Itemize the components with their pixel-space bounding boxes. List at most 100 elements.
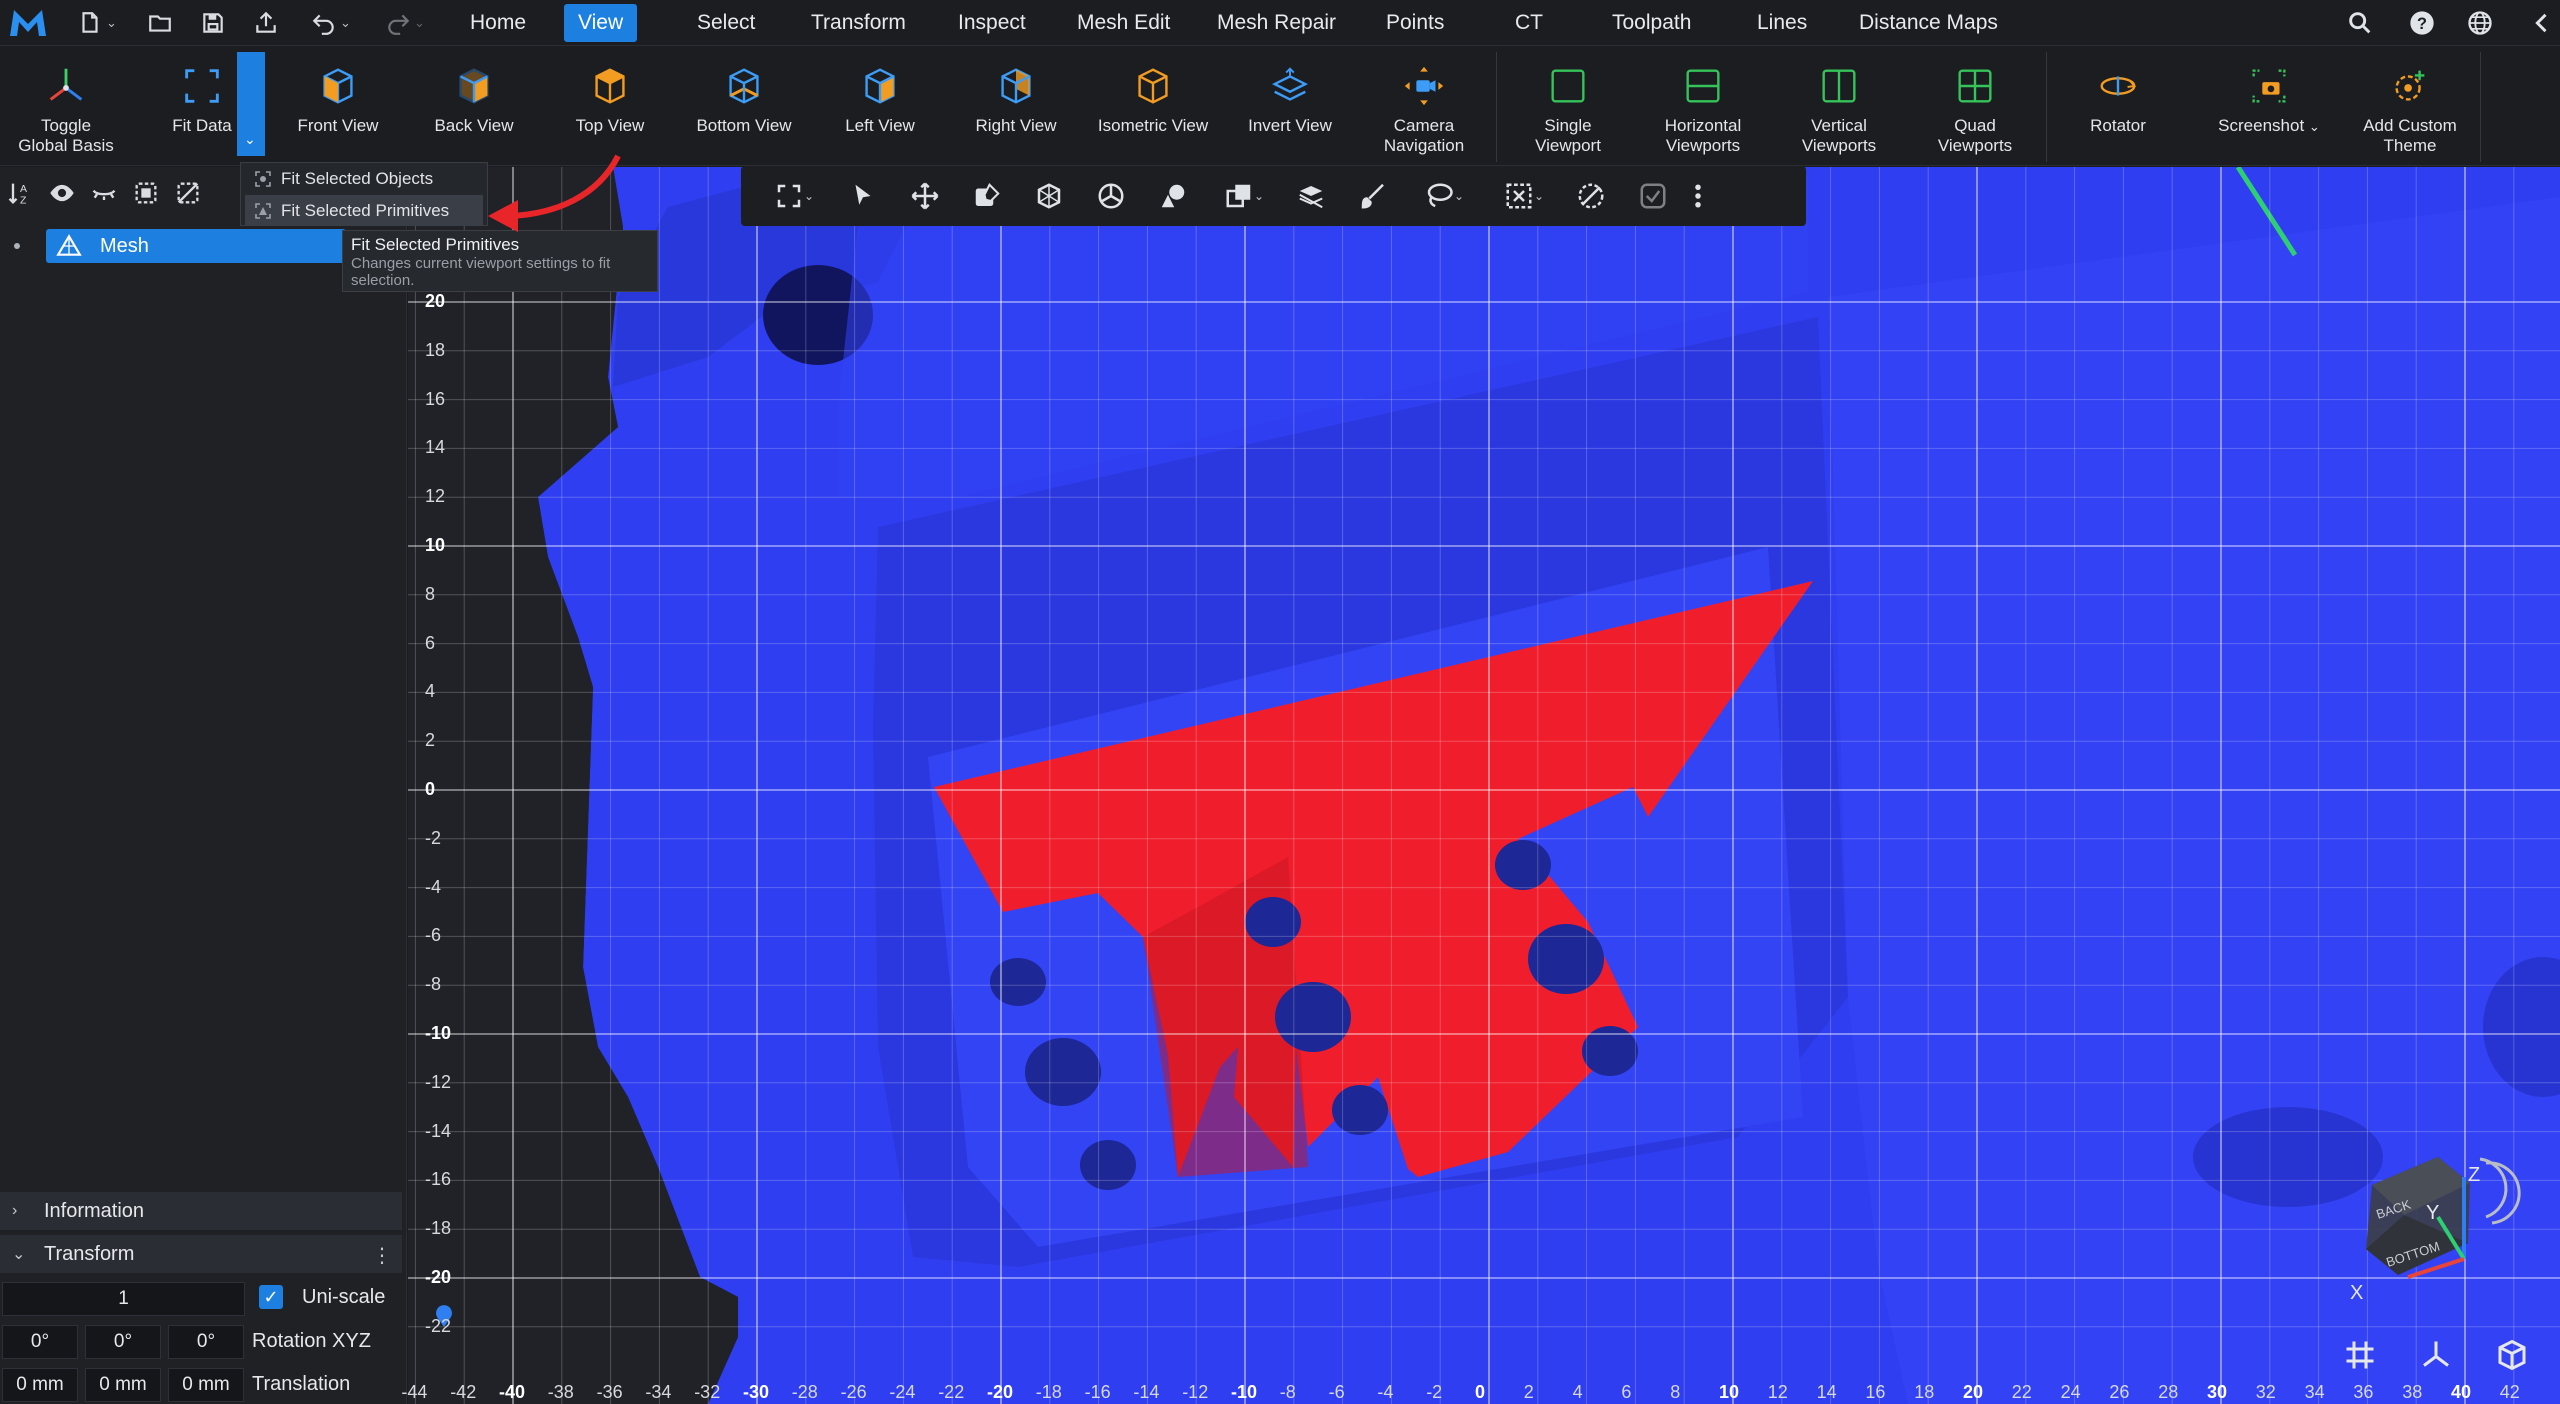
front-view-button[interactable]: Front View	[282, 60, 394, 164]
app-logo-icon[interactable]	[8, 6, 48, 40]
translation-y-input[interactable]: 0 mm	[85, 1368, 161, 1402]
clear-selection-tool[interactable]	[1567, 172, 1615, 220]
select-tool[interactable]	[839, 172, 887, 220]
quad-viewports-icon	[1958, 69, 1992, 103]
hide-all-icon[interactable]	[90, 179, 118, 207]
tree-bullet	[14, 243, 20, 249]
horizontal-viewports-button[interactable]: Horizontal Viewports	[1640, 60, 1766, 164]
collapse-ribbon-icon[interactable]	[2528, 9, 2556, 37]
globe-icon[interactable]	[2466, 9, 2494, 37]
sort-az-icon[interactable]: AZ	[6, 179, 34, 207]
kebab-menu-icon[interactable]: ⋮	[372, 1243, 392, 1268]
translation-z-input[interactable]: 0 mm	[168, 1368, 244, 1402]
rotation-y-input[interactable]: 0°	[85, 1325, 161, 1359]
help-icon[interactable]: ?	[2408, 9, 2436, 37]
single-viewport-button[interactable]: Single Viewport	[1510, 60, 1626, 164]
edit-shape-tool[interactable]	[963, 172, 1011, 220]
move-icon	[911, 182, 939, 210]
undo-button[interactable]: ⌄	[304, 8, 358, 38]
save-button[interactable]	[197, 8, 229, 38]
transform-gizmo-tool[interactable]	[1025, 172, 1073, 220]
right-view-button[interactable]: Right View	[960, 60, 1072, 164]
tab-inspect[interactable]: Inspect	[944, 4, 1040, 42]
left-view-button[interactable]: Left View	[824, 60, 936, 164]
open-file-button[interactable]	[144, 8, 176, 38]
confirm-tool[interactable]	[1629, 172, 1677, 220]
ribbon-separator	[1496, 52, 1497, 162]
camera-navigation-button[interactable]: Camera Navigation	[1372, 60, 1476, 164]
tab-ct[interactable]: CT	[1501, 4, 1557, 42]
axes-toggle-button[interactable]	[2414, 1333, 2458, 1377]
menu-item-fit-selected-objects[interactable]: Fit Selected Objects	[241, 163, 487, 194]
quad-viewports-button[interactable]: Quad Viewports	[1922, 60, 2028, 164]
deselect-all-icon[interactable]	[174, 179, 202, 207]
translation-x-input[interactable]: 0 mm	[2, 1368, 78, 1402]
more-tools[interactable]	[1683, 172, 1713, 220]
export-button[interactable]	[250, 8, 282, 38]
rotate-tool[interactable]	[1087, 172, 1135, 220]
boolean-tool[interactable]: ⌄	[1211, 172, 1277, 220]
tab-mesh-repair[interactable]: Mesh Repair	[1203, 4, 1350, 42]
view-cube-toggle-button[interactable]	[2490, 1333, 2534, 1377]
back-view-button[interactable]: Back View	[418, 60, 530, 164]
ribbon-label: Vertical Viewports	[1801, 116, 1877, 155]
tab-select[interactable]: Select	[683, 4, 769, 42]
bottom-view-button[interactable]: Bottom View	[688, 60, 800, 164]
uniscale-checkbox[interactable]: ✓	[259, 1285, 283, 1309]
add-custom-theme-button[interactable]: Add Custom Theme	[2350, 60, 2470, 164]
ribbon-label: Top View	[575, 116, 645, 135]
tab-home[interactable]: Home	[456, 4, 540, 42]
information-section-header[interactable]: › Information	[0, 1192, 402, 1230]
primitive-tool[interactable]	[1149, 172, 1197, 220]
bottom-view-icon	[729, 68, 759, 104]
fit-view-tool[interactable]: ⌄	[761, 172, 827, 220]
search-icon[interactable]	[2346, 9, 2374, 37]
show-all-icon[interactable]	[48, 179, 76, 207]
rotation-z-input[interactable]: 0°	[168, 1325, 244, 1359]
3d-viewport[interactable]: BACK BOTTOM Z Y X	[408, 167, 2560, 1404]
chevron-right-icon: ›	[12, 1202, 18, 1219]
x-tick-label: 16	[1865, 1382, 1886, 1402]
redo-button[interactable]: ⌄	[378, 8, 432, 38]
x-tick-label: -16	[1084, 1382, 1111, 1402]
tab-mesh-edit[interactable]: Mesh Edit	[1063, 4, 1184, 42]
tab-lines[interactable]: Lines	[1743, 4, 1821, 42]
box-select-tool[interactable]: ⌄	[1491, 172, 1557, 220]
fit-data-button[interactable]: Fit Data	[160, 60, 244, 164]
rotation-x-input[interactable]: 0°	[2, 1325, 78, 1359]
ribbon-separator	[2480, 52, 2481, 162]
vertical-viewports-button[interactable]: Vertical Viewports	[1778, 60, 1900, 164]
rotator-button[interactable]: Rotator	[2068, 60, 2168, 164]
screenshot-button[interactable]: Screenshot ⌄	[2204, 60, 2334, 164]
isometric-view-button[interactable]: Isometric View	[1090, 60, 1216, 164]
new-file-button[interactable]: ⌄	[70, 8, 124, 38]
select-all-icon[interactable]	[132, 179, 160, 207]
transform-section-header[interactable]: ⌄ Transform ⋮	[0, 1235, 402, 1273]
tab-toolpath[interactable]: Toolpath	[1598, 4, 1705, 42]
tab-points[interactable]: Points	[1372, 4, 1458, 42]
ribbon-label: Isometric View	[1097, 116, 1209, 135]
menu-bar: ⌄ ⌄ ⌄ Home View Select Transform Inspect…	[0, 0, 2560, 46]
ribbon-label: Camera Navigation	[1383, 116, 1465, 155]
move-tool[interactable]	[901, 172, 949, 220]
y-tick-label: -16	[425, 1169, 452, 1190]
y-tick-label: 12	[425, 486, 446, 507]
add-custom-theme-icon	[2395, 70, 2425, 101]
toggle-global-basis-button[interactable]: Toggle Global Basis	[14, 60, 118, 164]
fit-objects-icon	[255, 170, 271, 187]
tab-transform[interactable]: Transform	[797, 4, 920, 42]
fit-frame-icon	[777, 184, 801, 208]
y-tick-label: 14	[425, 437, 446, 458]
slice-tool[interactable]	[1287, 172, 1335, 220]
grid-toggle-button[interactable]	[2338, 1333, 2382, 1377]
tab-distance-maps[interactable]: Distance Maps	[1845, 4, 2012, 42]
invert-view-button[interactable]: Invert View	[1234, 60, 1346, 164]
scene-canvas[interactable]: BACK BOTTOM Z Y X	[408, 167, 2560, 1404]
menu-item-fit-selected-primitives[interactable]: Fit Selected Primitives	[245, 195, 483, 226]
lasso-tool[interactable]: ⌄	[1411, 172, 1477, 220]
brush-tool[interactable]	[1349, 172, 1397, 220]
scale-input[interactable]: 1	[2, 1282, 245, 1316]
top-view-button[interactable]: Top View	[554, 60, 666, 164]
tree-item-mesh[interactable]: Mesh	[46, 229, 346, 263]
tab-view[interactable]: View	[564, 4, 638, 42]
